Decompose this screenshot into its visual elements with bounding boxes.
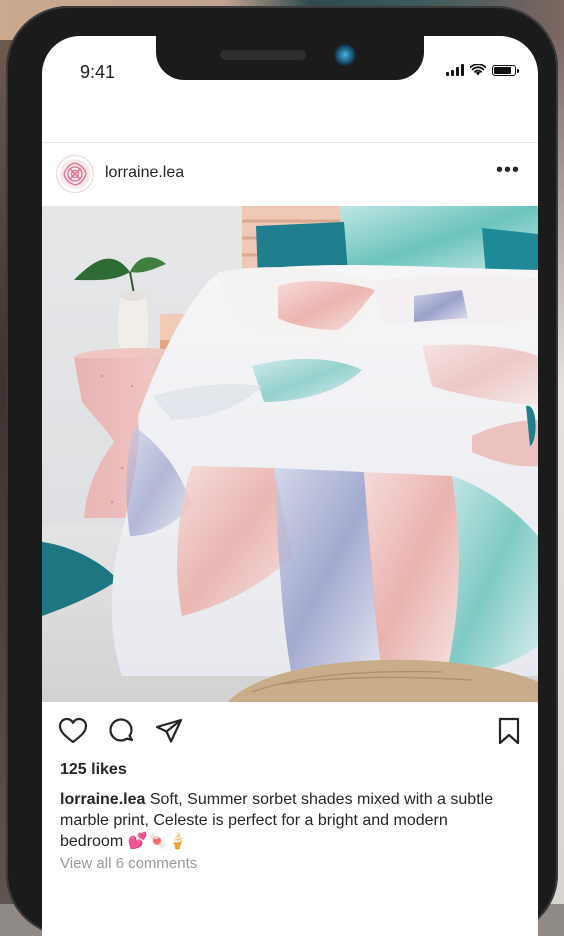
heart-icon[interactable] (58, 716, 88, 746)
speaker-grille (220, 50, 306, 60)
bookmark-icon[interactable] (494, 716, 524, 746)
post-header: lorraine.lea ••• (42, 151, 538, 195)
status-icons (446, 64, 519, 76)
rose-logo-icon (60, 159, 90, 189)
view-comments-link[interactable]: View all 6 comments (60, 855, 197, 872)
status-time: 9:41 (80, 62, 116, 82)
post-caption: lorraine.lea Soft, Summer sorbet shades … (60, 789, 500, 852)
comment-icon[interactable] (106, 716, 136, 746)
post-actions (42, 712, 538, 752)
avatar[interactable] (56, 155, 94, 193)
battery-icon (492, 65, 519, 76)
signal-icon (446, 64, 464, 76)
phone-notch (156, 28, 424, 80)
post-image[interactable] (42, 206, 538, 702)
header-divider (42, 142, 538, 143)
more-options-icon[interactable]: ••• (496, 159, 520, 182)
bedroom-photo (42, 206, 538, 702)
caption-username[interactable]: lorraine.lea (60, 791, 145, 808)
post-username[interactable]: lorraine.lea (105, 164, 184, 182)
likes-count[interactable]: 125 likes (60, 761, 127, 779)
wifi-icon (470, 64, 486, 76)
paper-plane-icon[interactable] (154, 716, 184, 746)
camera-icon (334, 44, 356, 66)
phone-frame: 9:41 lorraine.lea ••• 125 likes lorraine… (6, 6, 558, 936)
phone-screen: 9:41 lorraine.lea ••• 125 likes lorraine… (42, 36, 538, 936)
